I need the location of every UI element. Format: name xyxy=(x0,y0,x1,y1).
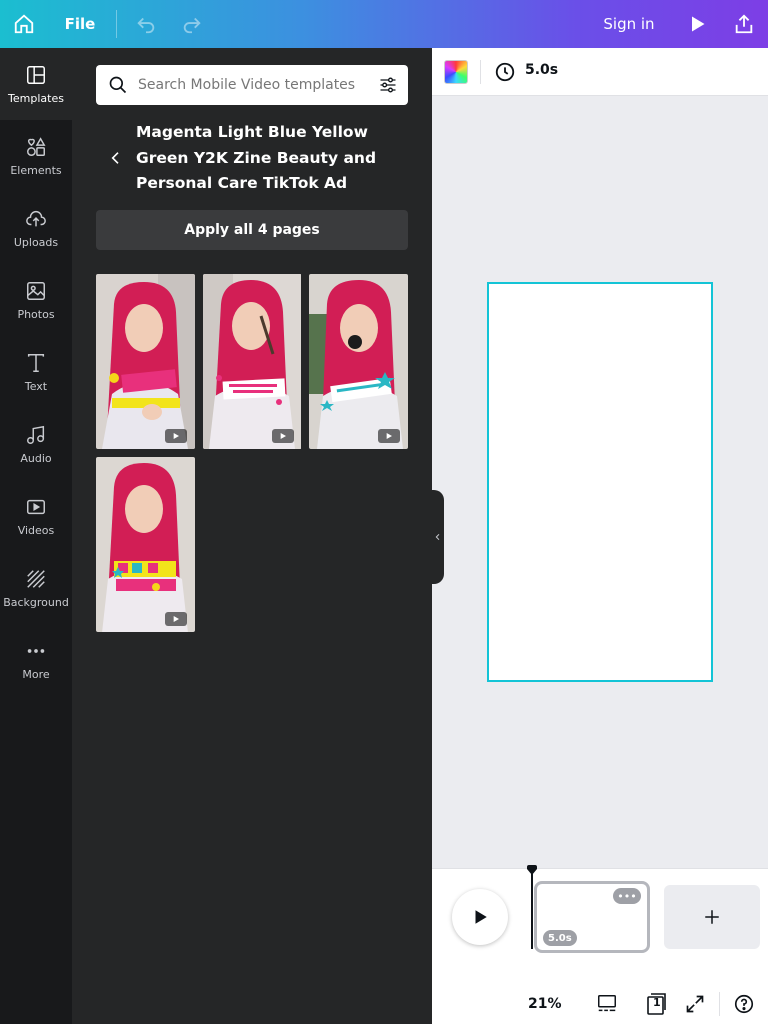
sidebar-item-label: More xyxy=(22,667,50,681)
help-icon xyxy=(734,994,754,1014)
design-canvas-page[interactable] xyxy=(487,282,713,682)
plus-icon xyxy=(705,910,719,924)
play-icon xyxy=(475,910,487,924)
sidebar-item-background[interactable]: Background xyxy=(0,552,72,624)
template-page-2[interactable] xyxy=(203,274,302,449)
sidebar-item-label: Audio xyxy=(20,451,52,465)
play-icon xyxy=(386,433,392,439)
sidebar-item-label: Videos xyxy=(17,523,55,537)
templates-icon xyxy=(27,65,45,84)
sidebar-item-photos[interactable]: Photos xyxy=(0,264,72,336)
template-page-3-image xyxy=(309,274,408,449)
collapse-panel-button[interactable] xyxy=(432,490,444,584)
photos-icon xyxy=(27,281,45,300)
sidebar-item-elements[interactable]: Elements xyxy=(0,120,72,192)
top-bar: File Sign in xyxy=(0,0,768,48)
playhead-handle[interactable] xyxy=(527,865,537,875)
chevron-left-icon xyxy=(111,152,119,164)
sign-in-button[interactable]: Sign in xyxy=(596,0,662,48)
template-page-4[interactable] xyxy=(96,457,195,632)
sidebar-item-label: Photos xyxy=(17,307,55,321)
video-indicator xyxy=(272,429,294,443)
sidebar-rail: Templates Elements Uploads Photos Text A… xyxy=(0,48,72,1024)
grid-view-button[interactable] xyxy=(595,992,619,1016)
redo-button[interactable] xyxy=(174,0,210,48)
timeline-page-thumbnail[interactable]: ••• 5.0s xyxy=(534,881,650,953)
home-button[interactable] xyxy=(0,0,48,48)
filter-icon[interactable] xyxy=(378,75,398,95)
search-input[interactable] xyxy=(138,65,366,105)
play-icon xyxy=(280,433,286,439)
home-icon xyxy=(14,14,34,34)
timeline-play-button[interactable] xyxy=(452,889,508,945)
share-button[interactable] xyxy=(726,0,762,48)
playhead[interactable] xyxy=(531,873,533,949)
pages-button[interactable]: 1 xyxy=(643,992,667,1016)
bottom-bar-divider xyxy=(719,992,720,1016)
template-page-3[interactable] xyxy=(309,274,408,449)
templates-panel: Magenta Light Blue Yellow Green Y2K Zine… xyxy=(72,48,432,1024)
video-indicator xyxy=(378,429,400,443)
search-bar xyxy=(96,65,408,105)
apply-all-pages-button[interactable]: Apply all 4 pages xyxy=(96,210,408,250)
search-icon xyxy=(109,76,127,94)
sidebar-item-audio[interactable]: Audio xyxy=(0,408,72,480)
editor-toolbar: 5.0s xyxy=(432,48,768,96)
template-page-2-image xyxy=(203,274,301,449)
toolbar-divider xyxy=(480,60,481,84)
present-button[interactable] xyxy=(680,0,714,48)
help-button[interactable] xyxy=(732,992,756,1016)
redo-icon xyxy=(183,17,201,34)
template-page-4-image xyxy=(96,457,195,632)
share-icon xyxy=(735,14,753,34)
elements-icon xyxy=(27,136,46,156)
expand-icon xyxy=(686,995,704,1013)
text-icon xyxy=(27,353,45,372)
sidebar-item-templates[interactable]: Templates xyxy=(0,48,72,120)
sidebar-item-label: Uploads xyxy=(13,235,59,249)
page-duration[interactable]: 5.0s xyxy=(525,62,558,78)
sidebar-item-label: Text xyxy=(24,379,48,393)
color-picker-button[interactable] xyxy=(444,60,468,84)
play-icon xyxy=(173,433,179,439)
chevron-left-icon xyxy=(435,533,440,541)
uploads-icon xyxy=(26,210,46,226)
template-title: Magenta Light Blue Yellow Green Y2K Zine… xyxy=(136,123,377,192)
undo-button[interactable] xyxy=(128,0,164,48)
sidebar-item-uploads[interactable]: Uploads xyxy=(0,192,72,264)
timeline: ••• 5.0s xyxy=(432,865,768,964)
back-button[interactable] xyxy=(104,146,128,170)
sidebar-item-text[interactable]: Text xyxy=(0,336,72,408)
grid-view-icon xyxy=(598,995,616,1012)
sidebar-item-more[interactable]: More xyxy=(0,624,72,696)
zoom-level[interactable]: 21% xyxy=(528,996,562,1012)
video-indicator xyxy=(165,429,187,443)
bottom-bar: 21% 1 xyxy=(432,964,768,1024)
sidebar-item-label: Elements xyxy=(10,163,62,177)
add-page-button[interactable] xyxy=(664,885,760,949)
sidebar-item-videos[interactable]: Videos xyxy=(0,480,72,552)
sidebar-item-label: Templates xyxy=(8,91,64,105)
topbar-divider xyxy=(116,10,117,38)
page-options-button[interactable]: ••• xyxy=(613,888,641,904)
videos-icon xyxy=(27,499,45,514)
more-icon xyxy=(27,648,45,653)
fullscreen-button[interactable] xyxy=(683,992,707,1016)
sidebar-item-label: Background xyxy=(3,595,69,609)
video-indicator xyxy=(165,612,187,626)
undo-icon xyxy=(137,17,155,34)
page-count: 1 xyxy=(653,996,661,1009)
audio-icon xyxy=(27,425,45,444)
play-icon xyxy=(692,16,705,32)
file-menu-button[interactable]: File xyxy=(52,0,108,48)
timeline-page-duration: 5.0s xyxy=(543,930,577,946)
play-icon xyxy=(173,616,179,622)
background-icon xyxy=(27,569,45,588)
template-page-1[interactable] xyxy=(96,274,195,449)
clock-icon[interactable] xyxy=(494,61,516,83)
template-page-1-image xyxy=(96,274,195,449)
